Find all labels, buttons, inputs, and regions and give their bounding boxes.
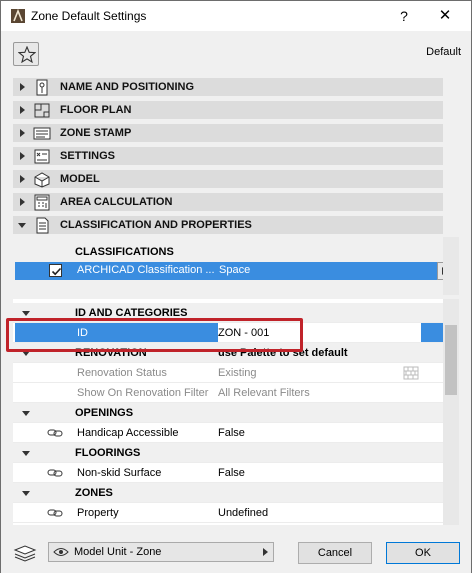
classification-row[interactable]: ARCHICAD Classification ... Space — [15, 262, 437, 280]
model-unit-dropdown[interactable]: Model Unit - Zone — [48, 542, 274, 562]
property-group-row[interactable]: ZONES — [13, 483, 443, 503]
star-icon — [18, 46, 36, 63]
expand-arrow-icon[interactable] — [20, 83, 25, 91]
link-icon — [47, 508, 63, 518]
property-row[interactable]: Handicap Accessible False — [13, 423, 443, 443]
property-group-name: ZONES — [75, 487, 113, 499]
close-button[interactable]: ✕ — [425, 1, 465, 31]
cancel-button[interactable]: Cancel — [298, 542, 372, 564]
property-group-name: OPENINGS — [75, 407, 134, 419]
property-value: Existing — [218, 367, 257, 379]
expand-arrow-icon[interactable] — [20, 175, 25, 183]
panel-name-and-positioning[interactable]: NAME AND POSITIONING — [13, 78, 443, 97]
expand-arrow-icon[interactable] — [20, 129, 25, 137]
dropdown-arrow-icon — [263, 548, 268, 556]
model-unit-label: Model Unit - Zone — [74, 546, 162, 558]
panel-label: SETTINGS — [60, 150, 116, 162]
scrollbar-thumb[interactable] — [445, 325, 457, 395]
grid-icon[interactable] — [403, 366, 419, 380]
property-name: Property — [77, 507, 119, 519]
collapse-arrow-icon[interactable] — [22, 491, 30, 496]
property-value[interactable]: False — [218, 467, 245, 479]
help-button[interactable]: ? — [384, 1, 424, 31]
model-icon — [33, 171, 51, 188]
panel-zone-stamp[interactable]: ZONE STAMP — [13, 124, 443, 143]
panel-floor-plan[interactable]: FLOOR PLAN — [13, 101, 443, 120]
expand-arrow-icon[interactable] — [20, 198, 25, 206]
panel-area-calculation[interactable]: AREA CALCULATION — [13, 193, 443, 212]
name-positioning-icon — [33, 79, 51, 96]
classifications-scrollbar[interactable] — [443, 237, 459, 295]
zone-default-settings-dialog: Zone Default Settings ? ✕ Default NAME A… — [0, 0, 472, 573]
panel-model[interactable]: MODEL — [13, 170, 443, 189]
collapse-arrow-icon[interactable] — [22, 311, 30, 316]
area-calculation-icon — [33, 194, 51, 211]
classification-system-name: ARCHICAD Classification ... — [77, 264, 215, 276]
default-label: Default — [426, 46, 461, 58]
property-name: Show On Renovation Filter — [77, 387, 209, 399]
panel-classification-and-properties[interactable]: CLASSIFICATION AND PROPERTIES — [13, 216, 443, 235]
property-group-row[interactable]: OPENINGS — [13, 403, 443, 423]
ok-button[interactable]: OK — [386, 542, 460, 564]
layers-icon[interactable] — [13, 544, 37, 562]
collapse-arrow-icon[interactable] — [22, 451, 30, 456]
highlight-frame — [6, 318, 303, 352]
property-value[interactable]: Undefined — [218, 507, 268, 519]
expand-arrow-icon[interactable] — [20, 152, 25, 160]
classifications-header: CLASSIFICATIONS — [75, 246, 174, 258]
link-icon — [47, 468, 63, 478]
favorites-button[interactable] — [13, 42, 39, 66]
eye-icon — [53, 547, 69, 557]
property-value: All Relevant Filters — [218, 387, 310, 399]
property-row[interactable]: Non-skid Surface False — [13, 463, 443, 483]
link-icon — [47, 428, 63, 438]
panel-label: CLASSIFICATION AND PROPERTIES — [60, 219, 252, 231]
panel-label: MODEL — [60, 173, 100, 185]
classifications-panel: CLASSIFICATIONS ARCHICAD Classification … — [13, 237, 451, 295]
dialog-footer: Model Unit - Zone Cancel OK — [1, 533, 471, 573]
property-value[interactable]: False — [218, 427, 245, 439]
classification-checkbox[interactable] — [49, 264, 62, 277]
panel-settings[interactable]: SETTINGS — [13, 147, 443, 166]
classification-icon — [33, 217, 51, 234]
archicad-app-icon — [11, 8, 25, 23]
zone-stamp-icon — [33, 125, 51, 142]
properties-scrollbar[interactable] — [443, 299, 459, 525]
property-row: Show On Renovation Filter All Relevant F… — [13, 383, 443, 403]
property-name: Non-skid Surface — [77, 467, 162, 479]
settings-icon — [33, 148, 51, 165]
property-group-name: FLOORINGS — [75, 447, 141, 459]
checkmark-icon — [51, 267, 62, 276]
title-bar: Zone Default Settings ? ✕ — [1, 1, 471, 31]
expand-arrow-icon[interactable] — [20, 106, 25, 114]
floor-plan-icon — [33, 102, 51, 119]
panel-label: FLOOR PLAN — [60, 104, 132, 116]
window-title: Zone Default Settings — [31, 9, 147, 23]
panel-label: ZONE STAMP — [60, 127, 132, 139]
property-name: Handicap Accessible — [77, 427, 179, 439]
value-edit-button[interactable] — [421, 323, 443, 342]
property-name: Renovation Status — [77, 367, 167, 379]
property-group-row[interactable]: FLOORINGS — [13, 443, 443, 463]
property-row: Renovation Status Existing — [13, 363, 443, 383]
property-row[interactable]: Property Undefined — [13, 503, 443, 523]
panel-label: AREA CALCULATION — [60, 196, 173, 208]
classification-value: Space — [219, 264, 251, 276]
collapse-arrow-icon[interactable] — [18, 223, 26, 228]
collapse-arrow-icon[interactable] — [22, 411, 30, 416]
panel-label: NAME AND POSITIONING — [60, 81, 195, 93]
